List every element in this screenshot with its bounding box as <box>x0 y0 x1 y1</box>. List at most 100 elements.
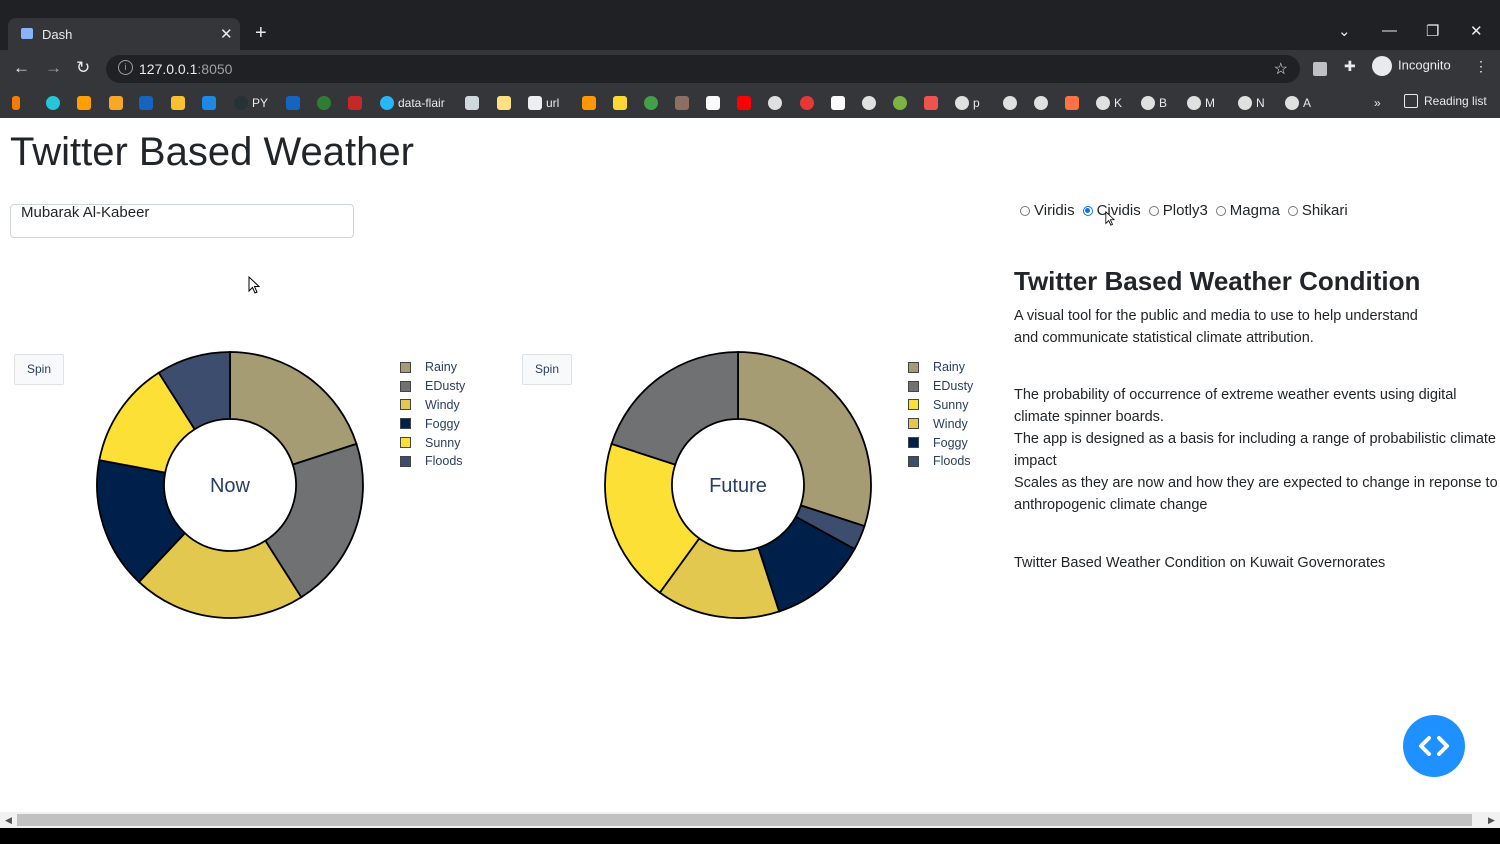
bookmark-a[interactable]: A <box>1285 94 1311 112</box>
reading-list[interactable]: Reading list <box>1404 94 1487 108</box>
code-brackets-icon <box>1419 736 1449 756</box>
radio-magma[interactable]: Magma <box>1215 202 1280 219</box>
pie-slice-edusty[interactable] <box>610 351 739 466</box>
governorate-input[interactable]: Mubarak Al-Kabeer <box>10 204 354 238</box>
incognito-profile[interactable]: Incognito <box>1372 56 1451 76</box>
bookmark-m[interactable]: M <box>1187 94 1215 112</box>
close-window-icon[interactable]: ✕ <box>1470 22 1483 40</box>
bookmark-14[interactable] <box>613 94 627 112</box>
extensions-puzzle-icon[interactable]: ✚ <box>1344 58 1356 75</box>
tab-title: Dash <box>42 27 73 42</box>
radio-magma-circle[interactable] <box>1215 205 1226 216</box>
bookmark-26[interactable] <box>1034 94 1048 112</box>
bookmark-13[interactable] <box>582 94 596 112</box>
new-tab-icon[interactable]: + <box>255 22 267 45</box>
bookmark-6[interactable] <box>171 94 185 112</box>
bookmark-25[interactable] <box>1003 94 1017 112</box>
bookmark-data-flair[interactable]: data-flair <box>380 94 445 112</box>
incognito-icon <box>1372 56 1392 76</box>
bookmark-20[interactable] <box>800 94 814 112</box>
bookmark-21[interactable] <box>831 94 845 112</box>
close-tab-icon[interactable]: ✕ <box>220 25 233 43</box>
bookmarks-bar: PY data-flair url p K B M N A » Reading … <box>0 88 1500 118</box>
bookmark-k[interactable]: K <box>1096 94 1122 112</box>
site-info-icon[interactable]: i <box>118 60 133 75</box>
panel-heading: Twitter Based Weather Condition <box>1014 266 1421 296</box>
legend-item-floods[interactable]: Floods <box>908 452 973 471</box>
bookmark-18[interactable] <box>737 94 751 112</box>
horizontal-scrollbar[interactable]: ◀ ▶ <box>0 812 1500 828</box>
legend-item-edusty[interactable]: EDusty <box>908 377 973 396</box>
radio-plotly3[interactable]: Plotly3 <box>1148 202 1208 219</box>
spin-future-button[interactable]: Spin <box>522 354 572 385</box>
bookmark-py[interactable]: PY <box>234 94 268 112</box>
legend-item-rainy[interactable]: Rainy <box>908 358 973 377</box>
legend-item-foggy[interactable]: Foggy <box>400 414 465 433</box>
bookmark-27[interactable] <box>1065 94 1079 112</box>
bookmark-p[interactable]: p <box>955 94 980 112</box>
radio-shikari[interactable]: Shikari <box>1287 202 1348 219</box>
bookmark-19[interactable] <box>768 94 782 112</box>
bookmark-7[interactable] <box>202 94 216 112</box>
legend-item-edusty[interactable]: EDusty <box>400 377 465 396</box>
legend-label: Foggy <box>425 416 460 431</box>
address-bar[interactable]: i 127.0.0.1:8050 ☆ <box>106 55 1300 83</box>
bookmarks-overflow-icon[interactable]: » <box>1374 94 1381 112</box>
bookmark-4[interactable] <box>109 94 123 112</box>
legend-item-sunny[interactable]: Sunny <box>400 433 465 452</box>
bookmark-16[interactable] <box>675 94 689 112</box>
bookmark-n[interactable]: N <box>1238 94 1265 112</box>
legend-item-rainy[interactable]: Rainy <box>400 358 465 377</box>
spin-now-button[interactable]: Spin <box>14 354 64 385</box>
radio-viridis[interactable]: Viridis <box>1020 202 1075 219</box>
back-icon[interactable]: ← <box>13 58 30 78</box>
scrollbar-thumb[interactable] <box>17 814 1472 826</box>
radio-viridis-circle[interactable] <box>1020 205 1030 216</box>
bookmark-22[interactable] <box>862 94 876 112</box>
bookmark-3[interactable] <box>77 94 91 112</box>
code-toggle-button[interactable] <box>1403 715 1465 777</box>
reload-icon[interactable]: ↻ <box>76 58 90 78</box>
legend-item-windy[interactable]: Windy <box>908 414 973 433</box>
bookmark-8[interactable] <box>286 94 300 112</box>
pie-slice-rainy[interactable] <box>737 351 872 528</box>
bookmark-10[interactable] <box>348 94 362 112</box>
legend-item-windy[interactable]: Windy <box>400 396 465 415</box>
bookmark-url-label: url <box>546 96 560 110</box>
bookmark-b[interactable]: B <box>1141 94 1167 112</box>
radio-cividis-circle[interactable] <box>1082 205 1093 216</box>
pie-slice-rainy[interactable] <box>229 351 358 466</box>
tab-search-icon[interactable]: ⌄ <box>1338 22 1351 40</box>
bookmark-23[interactable] <box>893 94 907 112</box>
restore-icon[interactable]: ❐ <box>1426 22 1439 40</box>
bookmark-1[interactable] <box>12 94 20 112</box>
browser-tab[interactable]: Dash ✕ <box>8 18 240 50</box>
scroll-right-icon[interactable]: ▶ <box>1488 815 1495 826</box>
forward-icon[interactable]: → <box>45 58 62 78</box>
legend-label: Windy <box>933 416 968 431</box>
bookmark-24[interactable] <box>924 94 938 112</box>
extension-icon[interactable] <box>1313 62 1327 76</box>
legend-item-sunny[interactable]: Sunny <box>908 396 973 415</box>
bookmark-m-label: M <box>1205 96 1215 110</box>
bookmark-9[interactable] <box>317 94 331 112</box>
scroll-left-icon[interactable]: ◀ <box>5 815 12 826</box>
bookmark-2[interactable] <box>46 94 60 112</box>
menu-kebab-icon[interactable]: ⋮ <box>1474 58 1488 75</box>
legend-item-foggy[interactable]: Foggy <box>908 433 973 452</box>
minimize-icon[interactable]: — <box>1382 22 1397 39</box>
legend-label: Windy <box>425 397 460 412</box>
bookmark-11[interactable] <box>465 94 479 112</box>
bookmark-12[interactable] <box>497 94 511 112</box>
legend-item-floods[interactable]: Floods <box>400 452 465 471</box>
p3-line-1: Scales as they are now and how they are … <box>1014 475 1498 491</box>
radio-plotly3-circle[interactable] <box>1148 205 1159 216</box>
bookmark-5[interactable] <box>139 94 153 112</box>
radio-shikari-circle[interactable] <box>1287 205 1298 216</box>
bookmark-py-label: PY <box>252 96 269 110</box>
bookmark-star-icon[interactable]: ☆ <box>1274 59 1288 79</box>
bookmark-15[interactable] <box>644 94 658 112</box>
bookmark-url[interactable]: url <box>528 94 559 112</box>
bookmark-17[interactable] <box>706 94 720 112</box>
legend-swatch <box>400 418 411 430</box>
